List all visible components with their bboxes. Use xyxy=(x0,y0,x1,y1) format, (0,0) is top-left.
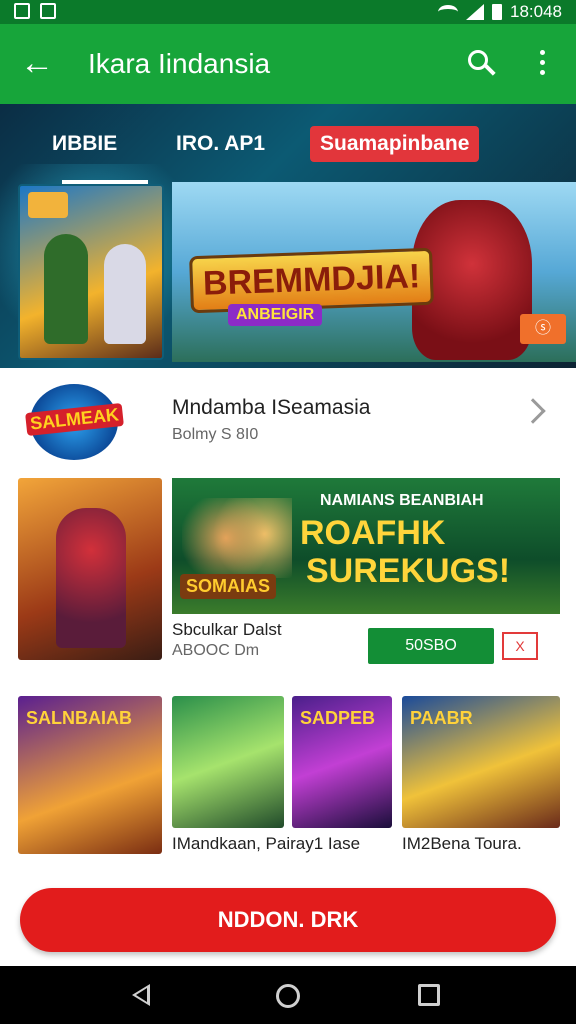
game-tile-2[interactable] xyxy=(172,696,284,828)
page-title: Ikara Iindansia xyxy=(88,48,271,79)
sd-card-icon xyxy=(40,3,56,19)
promo-banner-tag: SOMAIAS xyxy=(180,574,277,599)
game-tile-1[interactable]: SALNBAIAB xyxy=(18,696,162,854)
game-tile-4[interactable]: PAABR xyxy=(402,696,560,828)
app-icon: SALMEAK xyxy=(25,384,124,460)
system-nav-bar xyxy=(0,966,576,1024)
back-arrow-icon[interactable]: ← xyxy=(20,46,54,80)
nav-recents-icon[interactable] xyxy=(418,984,440,1006)
install-button[interactable]: 50SBO xyxy=(368,628,494,664)
status-time: 18:048 xyxy=(510,2,562,21)
tab-3[interactable]: Suamapinbane xyxy=(310,126,480,162)
tab-1[interactable]: ИBBIE xyxy=(52,132,117,156)
hero-thumbnail[interactable] xyxy=(18,184,164,360)
promo-banner-line3: SUREKUGS! xyxy=(306,552,511,590)
chevron-right-icon[interactable] xyxy=(520,398,546,424)
promo-banner-line2: ROAFHK xyxy=(300,514,446,552)
promo-thumbnail[interactable] xyxy=(18,478,162,660)
status-bar: 18:048 xyxy=(0,0,576,24)
promo-banner[interactable]: NAMIANS BEANBIAH ROAFHK SUREKUGS! SOMAIA… xyxy=(172,478,560,614)
tab-bar: ИBBIE IRO. AP1 Suamapinbane xyxy=(0,104,576,184)
app-subtitle: Bolmy S 8I0 xyxy=(172,426,259,443)
banner-badge[interactable]: ⓢ xyxy=(520,314,566,344)
promo-banner-line1: NAMIANS BEANBIAH xyxy=(320,492,484,509)
more-options-icon[interactable] xyxy=(536,50,548,78)
hero-banner[interactable]: BREMMDJIA! ANBEIGIR ⓢ xyxy=(172,182,576,362)
dismiss-button[interactable]: X xyxy=(502,632,538,660)
wifi-icon xyxy=(438,5,458,19)
grid-caption-left: IMandkaan, Pairay1 Iase xyxy=(172,834,361,853)
battery-icon xyxy=(492,4,502,20)
hero-section: ИBBIE IRO. AP1 Suamapinbane BREMMDJIA! A… xyxy=(0,104,576,368)
tab-2[interactable]: IRO. AP1 xyxy=(176,132,265,156)
game-tile-3[interactable]: SADPEB xyxy=(292,696,392,828)
primary-cta-button[interactable]: NDDON. DRK xyxy=(20,888,556,952)
gallery-icon xyxy=(14,3,30,19)
app-title: Mndamba ISeamasia xyxy=(172,396,371,419)
featured-app-row[interactable]: SALMEAK Mndamba ISeamasia Bolmy S 8I0 xyxy=(0,368,576,472)
promo-subtitle: ABOOC Dm xyxy=(172,642,260,659)
banner-sublogo: ANBEIGIR xyxy=(228,304,323,326)
signal-icon xyxy=(466,4,484,20)
promo-title: Sbculkar Dalst xyxy=(172,620,282,639)
search-icon[interactable] xyxy=(466,48,498,80)
nav-back-icon[interactable] xyxy=(132,984,150,1006)
nav-home-icon[interactable] xyxy=(276,984,300,1008)
grid-caption-right: IM2Bena Toura. xyxy=(402,834,522,853)
app-bar: ← Ikara Iindansia xyxy=(0,24,576,104)
